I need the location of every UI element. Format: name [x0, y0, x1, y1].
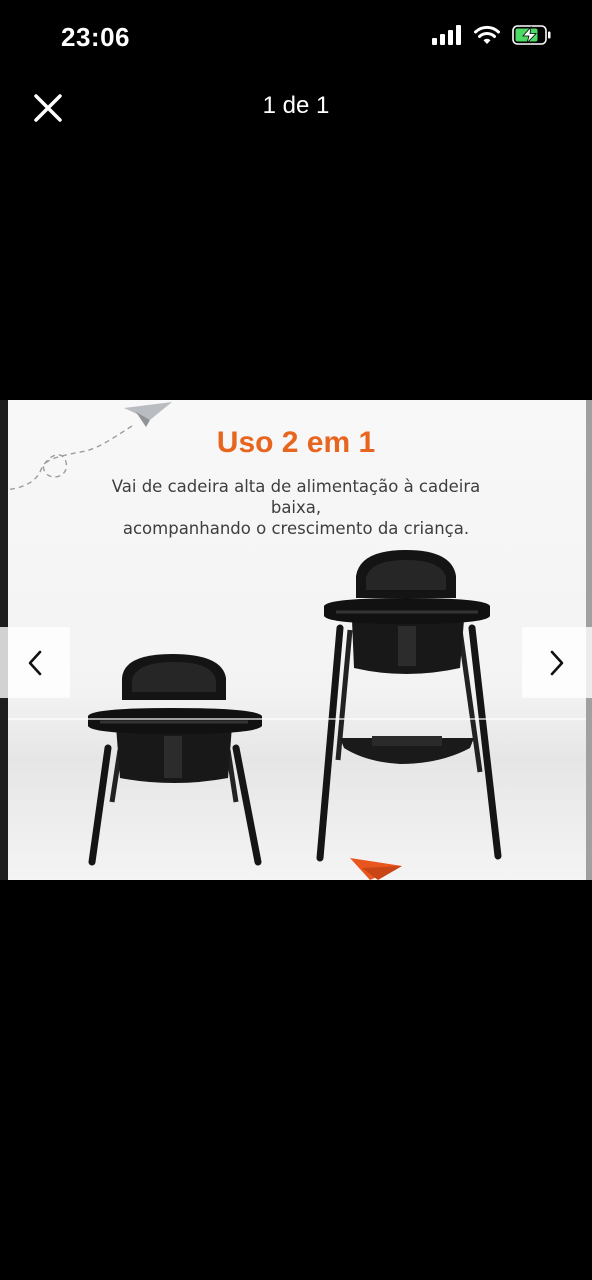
previous-image-button[interactable]	[0, 627, 70, 698]
wifi-icon	[474, 25, 500, 44]
product-headline: Uso 2 em 1	[216, 426, 376, 459]
status-icons	[432, 25, 552, 45]
viewer-header: 1 de 1	[0, 80, 592, 136]
chevron-right-icon	[550, 650, 564, 675]
battery-charging-icon	[512, 25, 551, 45]
chevron-left-icon	[28, 650, 42, 675]
product-subtitle-line-2: acompanhando o crescimento da criança.	[122, 519, 470, 538]
image-counter: 1 de 1	[262, 92, 330, 119]
status-time: 23:06	[61, 22, 130, 52]
next-image-button[interactable]	[522, 627, 592, 698]
product-image-art	[0, 400, 592, 880]
product-subtitle: Vai de cadeira alta de alimentação à cad…	[96, 476, 496, 539]
cellular-signal-icon	[432, 25, 461, 45]
status-bar: 23:06	[0, 0, 592, 80]
product-subtitle-line-1: Vai de cadeira alta de alimentação à cad…	[111, 477, 481, 517]
product-image[interactable]: Uso 2 em 1 Vai de cadeira alta de alimen…	[0, 400, 592, 880]
